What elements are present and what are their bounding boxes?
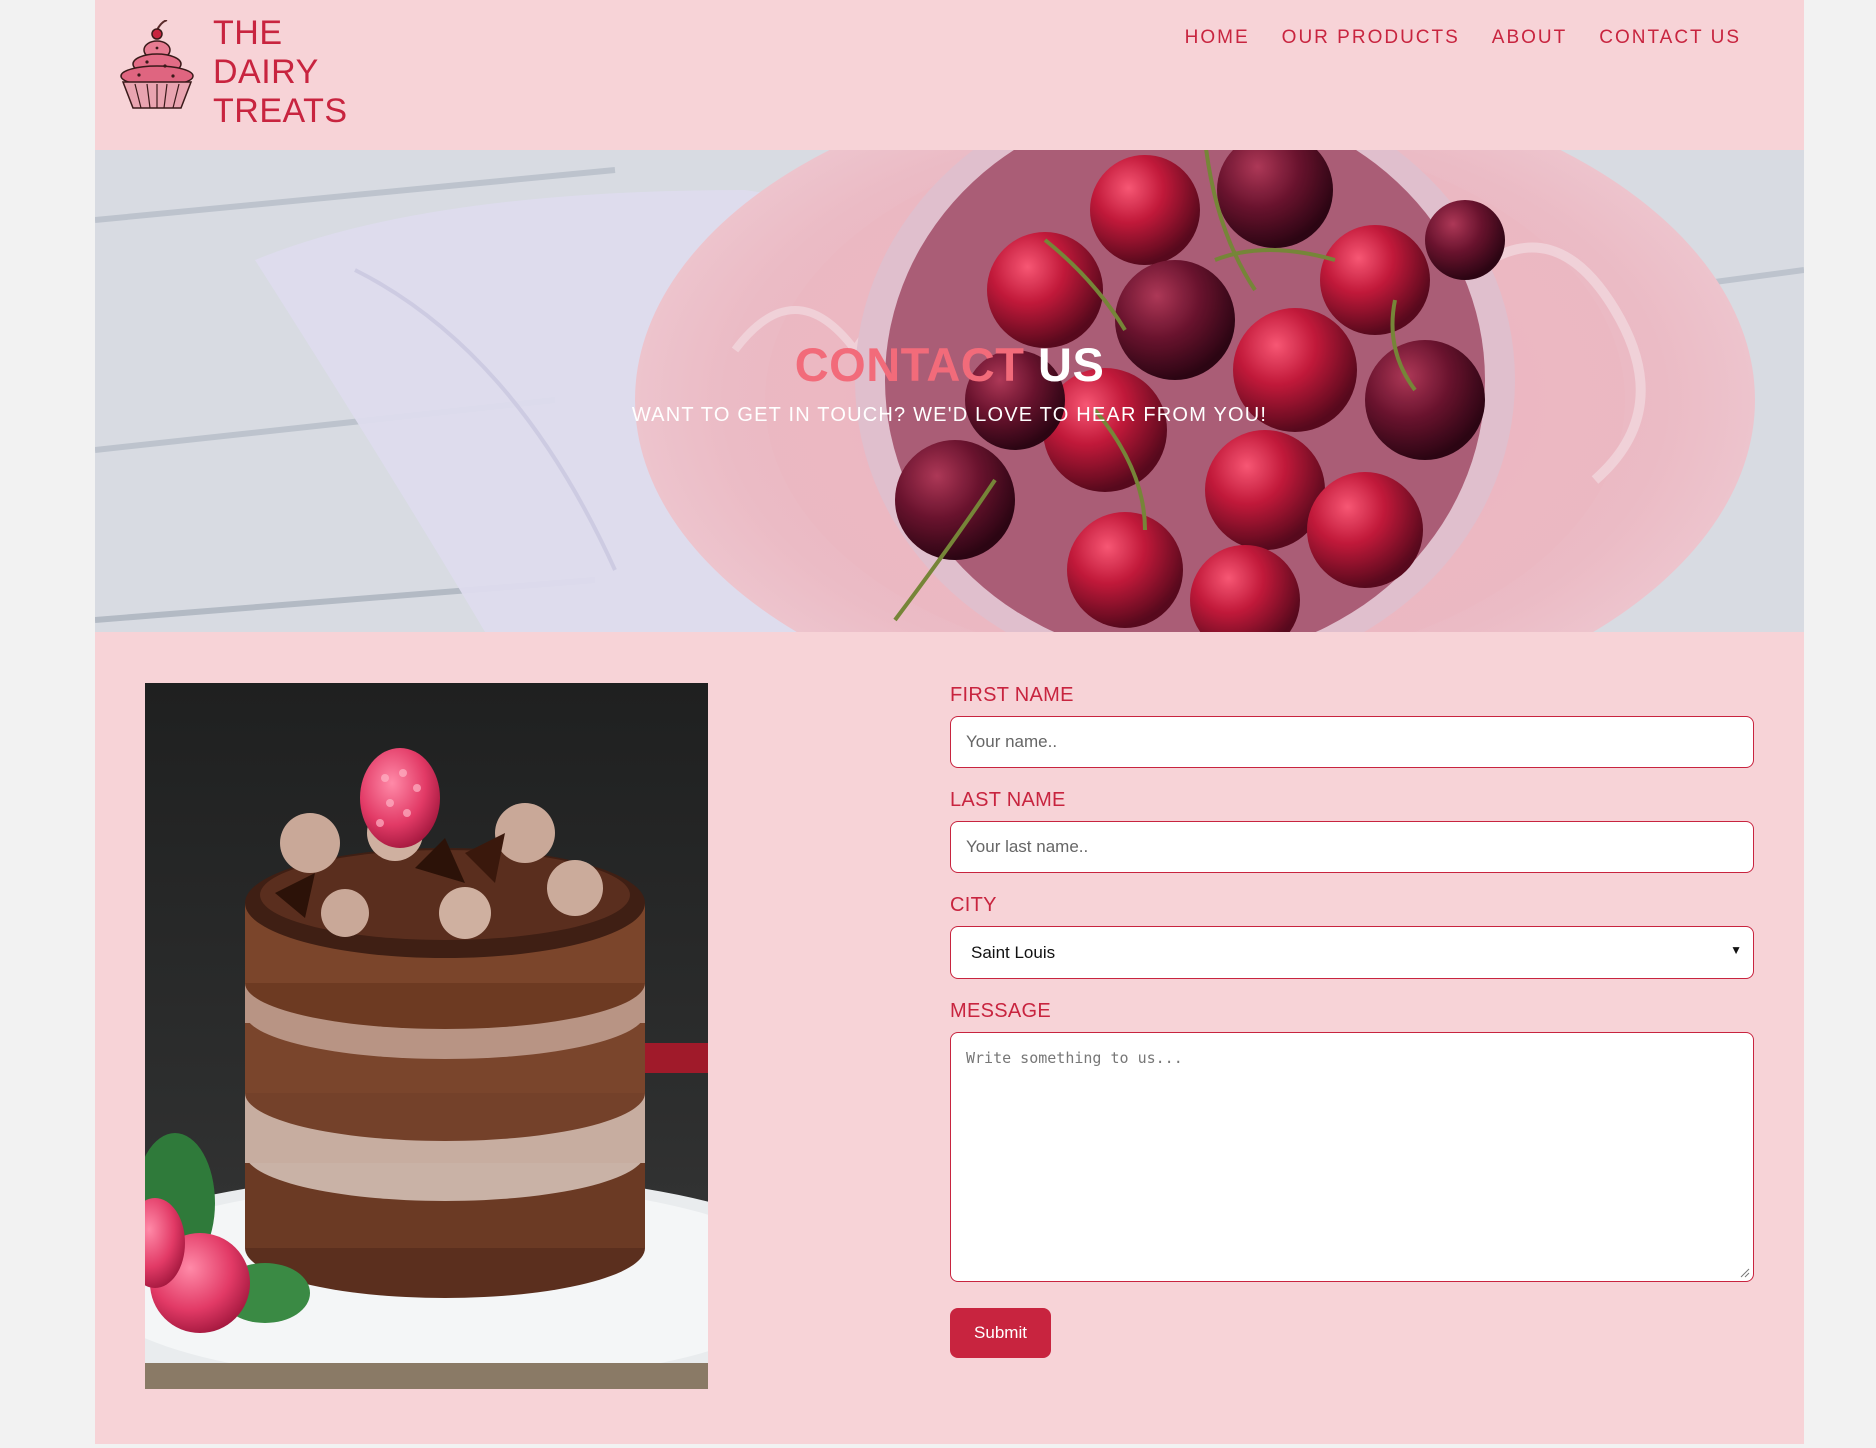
- city-select[interactable]: Saint Louis: [950, 926, 1754, 979]
- last-name-input[interactable]: [950, 821, 1754, 873]
- brand-line: THE: [213, 14, 283, 52]
- nav-our-products[interactable]: OUR PRODUCTS: [1282, 26, 1460, 50]
- submit-button[interactable]: Submit: [950, 1308, 1051, 1358]
- hero-subtitle: WANT TO GET IN TOUCH? WE'D LOVE TO HEAR …: [631, 404, 1268, 426]
- hero-banner: CONTACT US WANT TO GET IN TOUCH? WE'D LO…: [95, 150, 1804, 632]
- page: THE DAIRY TREATS HOME OUR PRODUCTS ABOUT…: [95, 0, 1804, 1444]
- main-nav: HOME OUR PRODUCTS ABOUT CONTACT US: [1153, 26, 1741, 50]
- first-name-label: FIRST NAME: [950, 684, 1074, 706]
- resize-handle-icon[interactable]: [1740, 1268, 1750, 1278]
- nav-contact-us[interactable]: CONTACT US: [1599, 26, 1741, 50]
- site-header: THE DAIRY TREATS HOME OUR PRODUCTS ABOUT…: [95, 0, 1804, 150]
- cupcake-icon[interactable]: [117, 20, 197, 112]
- hero-title: CONTACT US: [95, 338, 1804, 392]
- cake-illustration: [145, 683, 708, 1389]
- city-select-wrapper: Saint Louis ▼: [950, 926, 1754, 979]
- hero-title-part1: CONTACT: [794, 338, 1025, 391]
- first-name-input[interactable]: [950, 716, 1754, 768]
- message-label: MESSAGE: [950, 1000, 1052, 1022]
- nav-about[interactable]: ABOUT: [1492, 26, 1567, 50]
- brand-line: DAIRY: [213, 53, 319, 91]
- message-wrapper: [950, 1032, 1754, 1282]
- hero-title-part2: US: [1038, 338, 1105, 391]
- nav-home[interactable]: HOME: [1185, 26, 1250, 50]
- city-label: CITY: [950, 894, 997, 916]
- contact-form: FIRST NAME LAST NAME CITY Saint Louis ▼ …: [950, 683, 1754, 1358]
- chocolate-cake-image: [145, 683, 708, 1389]
- message-textarea[interactable]: [950, 1032, 1754, 1282]
- brand-name[interactable]: THE DAIRY TREATS: [213, 14, 348, 131]
- last-name-label: LAST NAME: [950, 789, 1066, 811]
- brand-line: TREATS: [213, 92, 348, 130]
